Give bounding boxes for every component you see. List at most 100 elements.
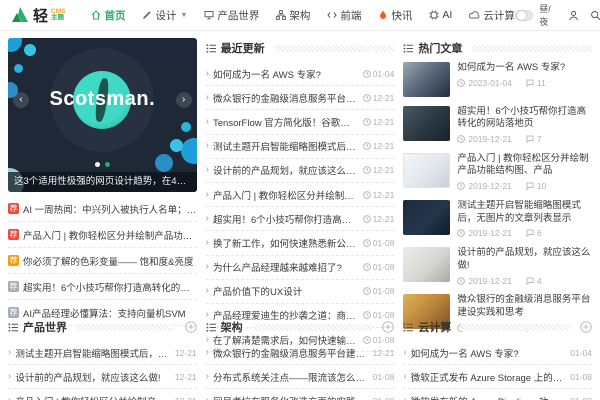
list-item[interactable]: › 如何成为一名 AWS 专家? 01-04 (403, 341, 593, 366)
clock-icon (362, 69, 371, 78)
left-column: Scotsman. ‹ › 这3个适用性极强的网页设计趋势，在4月非常... 荐… (8, 38, 197, 326)
cloud-computing-section: 云计算 › 如何成为一名 AWS 专家? 01-04 › 微软正式发布 Azure S… (403, 317, 593, 400)
hot-article[interactable]: 产品入门 | 教你轻松区分并绘制产品功能结构图、产品 2019-12-21 10 (403, 152, 592, 191)
cloud-icon (469, 11, 480, 19)
recommend-badge: 荐 (8, 281, 19, 292)
toggle-knob (516, 11, 526, 20)
sitemap-icon (276, 10, 287, 20)
carousel-dot[interactable] (104, 162, 110, 167)
menu-item-news[interactable]: 快讯 (378, 8, 412, 23)
list-item[interactable]: › 产品价值下的UX设计 01-08 (205, 280, 395, 304)
flame-icon (380, 10, 387, 19)
chevron-down-icon: ▼ (180, 11, 188, 19)
list-item[interactable]: › 换了新工作，如何快速熟悉新公司产品 01-08 (205, 231, 395, 256)
list-item[interactable]: ›测试主题开启智能缩略图模式后，无图片的...12-21 (8, 341, 197, 366)
more-button[interactable] (184, 321, 197, 333)
hero-caption[interactable]: 这3个适用性极强的网页设计趋势，在4月非常... (8, 172, 197, 192)
menu-item-ai[interactable]: AI (429, 9, 452, 21)
menu-item-architecture[interactable]: 架构 (276, 8, 310, 23)
clock-icon (362, 142, 371, 151)
article-thumbnail (403, 246, 451, 282)
featured-list: 荐 AI 一周热闻：中兴列入被执行人名单；微软公开“... 荐 产品入门 | 教… (8, 196, 197, 326)
clock-icon (362, 166, 371, 175)
list-icon (8, 322, 18, 332)
hot-article[interactable]: 测试主题开启智能缩略图模式后，无图片的文章列表显示 2019-12-21 6 (403, 199, 592, 238)
section-title: 产品世界 (23, 322, 67, 334)
carousel-prev-button[interactable]: ‹ (13, 92, 29, 108)
monitor-icon (204, 11, 214, 20)
hot-article[interactable]: 设计前的产品规划，就应该这么做! 2019-12-21 4 (403, 246, 592, 286)
more-button[interactable] (382, 321, 395, 333)
list-icon (206, 43, 216, 53)
list-item[interactable]: › 为什么产品经理越来越难招了? 01-08 (205, 256, 395, 280)
navbar: 轻 CMS 主题 首页 设计 ▼ 产品世界 架构 前端 快讯 AI 云计算 昼/… (0, 0, 600, 31)
article-thumbnail (403, 105, 451, 141)
more-button[interactable] (580, 321, 592, 333)
list-item[interactable]: ›微软发布新的 Azure Pipelines 功能和集成01-08 (403, 389, 592, 400)
user-icon[interactable] (568, 9, 579, 22)
bubble-decoration (8, 38, 22, 52)
clock-icon (457, 135, 466, 144)
featured-item[interactable]: 荐 超实用！6个小技巧帮你打造高转化的网站落地页 (8, 274, 197, 300)
list-item[interactable]: ›产品入门 | 教你轻松区分并绘制产品功能结...12-21 (205, 183, 395, 208)
menu-item-design[interactable]: 设计 ▼ (142, 8, 187, 23)
featured-item[interactable]: 荐 产品入门 | 教你轻松区分并绘制产品功能结构图、产... (8, 222, 197, 248)
hero-carousel[interactable]: Scotsman. ‹ › 这3个适用性极强的网页设计趋势，在4月非常... (8, 38, 197, 192)
mountain-logo-icon (12, 7, 28, 22)
recommend-badge: 荐 (8, 255, 19, 266)
list-item[interactable]: ›TensorFlow 官方简化版！谷歌开源机器学...12-21 (205, 110, 395, 135)
menu-item-home[interactable]: 首页 (91, 8, 125, 23)
list-item[interactable]: › 设计前的产品规划，就应该这么做！ 12-21 (205, 159, 395, 183)
list-icon (403, 43, 414, 53)
clock-icon (362, 239, 371, 247)
menu-item-product-world[interactable]: 产品世界 (204, 8, 259, 23)
chip-icon (429, 10, 439, 20)
hatch-divider (274, 44, 395, 52)
list-item[interactable]: ›测试主题开启智能缩略图模式后，无图片的...12-21 (205, 135, 395, 159)
featured-item[interactable]: 荐 你必须了解的色彩变量—— 饱和度&亮度 (8, 248, 197, 274)
search-icon[interactable] (590, 9, 600, 22)
page-content: Scotsman. ‹ › 这3个适用性极强的网页设计趋势，在4月非常... 荐… (0, 31, 600, 400)
section-header: 热门文章 (403, 38, 593, 62)
architecture-section: 架构 ›微众银行的金融级消息服务平台建设实践和...12-21 ›分布式系统关注… (205, 317, 395, 400)
site-logo[interactable]: 轻 CMS 主题 (10, 5, 65, 26)
hot-article[interactable]: 超实用！6个小技巧帮你打造高转化的网站落地页 2019-12-21 7 (403, 105, 592, 144)
list-icon (403, 322, 414, 332)
clock-icon (362, 190, 371, 199)
plus-circle-icon (184, 321, 197, 333)
comment-icon (526, 135, 534, 144)
menu-item-cloud[interactable]: 云计算 (469, 8, 515, 23)
list-item[interactable]: ›超实用！6个小技巧帮你打造高转化的网站落...12-21 (205, 207, 395, 232)
clock-icon (362, 263, 371, 271)
list-item[interactable]: › 设计前的产品规划，就应该这么做! 12-21 (8, 365, 197, 390)
logo-text: 轻 (33, 7, 48, 25)
list-item[interactable]: ›产品入门 | 教你轻松区分并绘制产品功能结...12-21 (8, 389, 197, 400)
list-item[interactable]: ›微软正式发布 Azure Storage 上的静态网站01-08 (403, 365, 593, 390)
plus-circle-icon (382, 321, 395, 333)
hot-articles-section: 热门文章 如何成为一名 AWS 专家? 2023-01-04 11 超实用！6个小… (403, 38, 593, 333)
section-title: 架构 (220, 322, 243, 334)
carousel-dot[interactable] (94, 162, 100, 167)
list-item[interactable]: ›微众银行的金融级消息服务平台建设实践和...12-21 (205, 341, 395, 366)
section-title: 热门文章 (418, 43, 463, 55)
list-item[interactable]: ›网易考拉在服务化改造方面的实践01-08 (206, 389, 395, 400)
hot-article[interactable]: 如何成为一名 AWS 专家? 2023-01-04 11 (403, 62, 592, 97)
home-icon (92, 10, 101, 20)
featured-item[interactable]: 荐 AI 一周热闻：中兴列入被执行人名单；微软公开“... (8, 196, 197, 222)
carousel-next-button[interactable]: › (175, 92, 192, 108)
comment-icon (526, 229, 534, 238)
menu-item-frontend[interactable]: 前端 (327, 8, 361, 23)
article-thumbnail (403, 152, 451, 188)
navbar-controls: 昼/夜 (514, 2, 600, 28)
section-title: 最近更新 (220, 43, 265, 55)
section-header: 最近更新 (206, 38, 395, 62)
list-item[interactable]: › 分布式系统关注点——限流该怎么做? 01-08 (205, 365, 395, 390)
logo-theme-label: 主题 (51, 14, 65, 21)
article-thumbnail (403, 199, 451, 235)
main-menu: 首页 设计 ▼ 产品世界 架构 前端 快讯 AI 云计算 (91, 8, 515, 23)
daynight-toggle[interactable] (514, 9, 534, 21)
list-item[interactable]: ›微众银行的金融级消息服务平台建设实践和...12-21 (205, 86, 395, 111)
list-item[interactable]: › 如何成为一名 AWS 专家? 01-04 (205, 62, 395, 87)
hatch-divider (472, 44, 593, 52)
hero-slide-title: Scotsman. (49, 88, 156, 110)
